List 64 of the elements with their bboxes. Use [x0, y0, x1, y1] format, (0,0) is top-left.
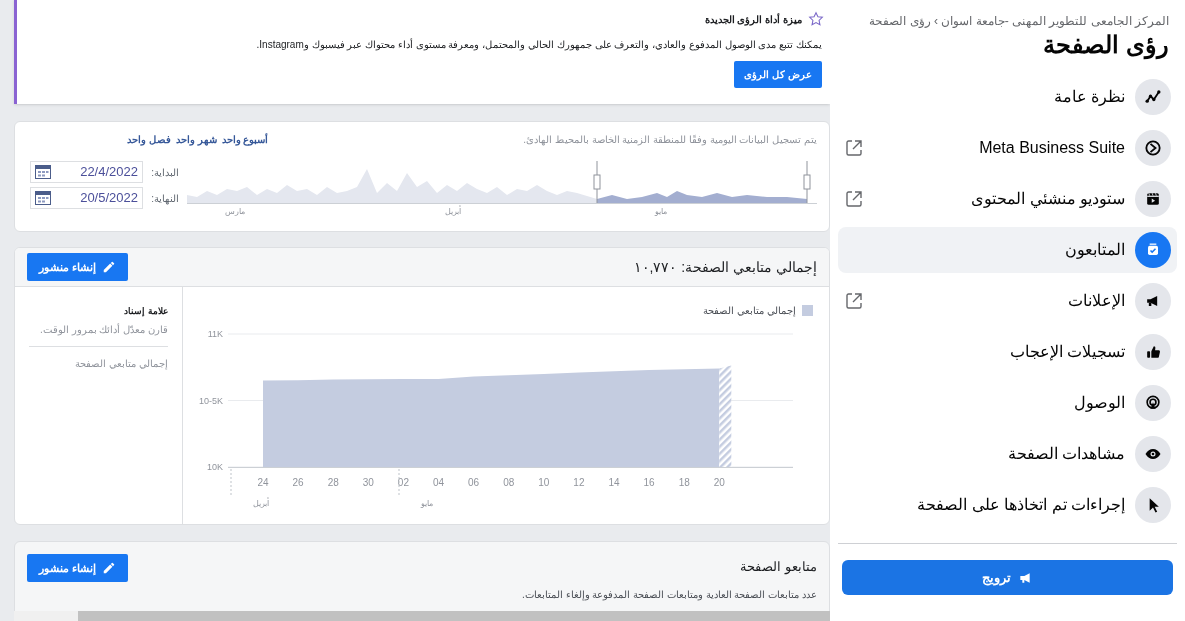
calendar-icon[interactable]	[35, 165, 51, 179]
feature-title: ميزة أداة الرؤى الجديدة	[704, 12, 802, 27]
x-axis-label: 14	[608, 477, 620, 488]
x-axis-label: 30	[362, 477, 374, 488]
circle-play-icon	[1143, 138, 1163, 158]
sidebar-item[interactable]: ستوديو منشئي المحتوى	[838, 176, 1177, 222]
sidebar-item[interactable]: المتابعون	[838, 227, 1177, 273]
sidebar-item[interactable]: الوصول	[838, 380, 1177, 426]
create-post-button[interactable]: إنشاء منشور	[27, 554, 129, 582]
breadcrumb[interactable]: المركز الجامعى للتطوير المهنى -جامعة اسوان › رؤى الصفحة	[838, 12, 1177, 30]
sidebar-item[interactable]: الإعلانات	[838, 278, 1177, 324]
x-axis-label: 18	[678, 477, 690, 488]
x-axis-month-label: أبريل	[253, 499, 269, 508]
x-axis-month-label: مايو	[421, 499, 433, 508]
x-axis-label: 02	[397, 477, 409, 488]
benchmark-title: علامة إسناد	[123, 305, 168, 319]
external-link-icon[interactable]	[844, 291, 864, 311]
x-axis-label: 08	[503, 477, 515, 488]
sidebar-item[interactable]: تسجيلات الإعجاب	[838, 329, 1177, 375]
x-axis-label: 04	[432, 477, 445, 488]
calendar-icon[interactable]	[35, 191, 51, 205]
x-axis-label: 12	[573, 477, 585, 488]
x-axis-label: 26	[292, 477, 304, 488]
x-axis-label: 28	[327, 477, 339, 488]
date-label: البداية:	[150, 165, 179, 180]
external-link-icon[interactable]	[844, 189, 864, 209]
page-followers-title: متابعو الصفحة	[739, 558, 817, 577]
feature-description: يمكنك تتبع مدى الوصول المدفوع والعادي، والتعرف على جمهورك الحالي والمحتمل، ومعرفة مستوى أداء محتواك عبر فيسبوك وInstagram.	[255, 37, 822, 52]
date-field[interactable]: 22/4/2022	[30, 161, 143, 183]
date-label: النهاية:	[150, 191, 179, 206]
pencil-icon	[102, 561, 117, 575]
y-axis-label: 10-5K	[198, 395, 223, 406]
y-axis-label: 11K	[207, 329, 223, 339]
range-link[interactable]: فصل واحد	[127, 132, 171, 147]
x-axis-label: 10	[538, 477, 550, 488]
star-icon	[808, 11, 824, 27]
sidebar-item[interactable]: مشاهدات الصفحة	[838, 431, 1177, 477]
legend-label: إجمالي متابعي الصفحة	[703, 304, 796, 318]
pencil-icon	[102, 260, 117, 274]
view-all-insights-button[interactable]: عرض كل الرؤى	[734, 61, 822, 88]
range-handle[interactable]	[593, 161, 601, 204]
external-link-icon[interactable]	[844, 138, 864, 158]
timeline-month-label: مارس	[225, 206, 245, 218]
x-axis-label: 16	[643, 477, 655, 488]
range-handle[interactable]	[803, 161, 811, 204]
sidebar-item[interactable]: Meta Business Suite	[838, 125, 1177, 171]
page-followers-description: عدد متابعات الصفحة العادية ومتابعات الصفحة المدفوعة وإلغاء المتابعات.	[522, 587, 817, 602]
daily-data-note: يتم تسجيل البيانات اليومية وفقًا للمنطقة الزمنية الخاصة بالمحيط الهادئ.	[523, 133, 817, 147]
x-axis-label: 06	[468, 477, 480, 488]
promote-button[interactable]: ترويج	[842, 560, 1173, 595]
x-axis-label: 24	[257, 477, 269, 488]
create-post-button[interactable]: إنشاء منشور	[27, 253, 129, 281]
sidebar-item[interactable]: إجراءات تم اتخاذها على الصفحة	[838, 482, 1177, 528]
x-axis-label: 20	[713, 477, 725, 488]
page-title: رؤى الصفحة	[1042, 30, 1170, 60]
range-link[interactable]: شهر واحد	[175, 132, 217, 147]
benchmark-description: قارن معدّل أدائك بمرور الوقت.	[39, 322, 168, 337]
sidebar-item[interactable]: نظرة عامة	[838, 74, 1177, 120]
y-axis-label: 10K	[207, 462, 223, 472]
date-field[interactable]: 20/5/2022	[30, 187, 143, 209]
timeline-month-label: مايو	[655, 206, 667, 218]
range-link[interactable]: أسبوع واحد	[221, 132, 269, 147]
timeline-month-label: أبريل	[445, 206, 461, 218]
followers-total-title: إجمالي متابعي الصفحة: ١٠,٧٧٠	[633, 257, 817, 278]
